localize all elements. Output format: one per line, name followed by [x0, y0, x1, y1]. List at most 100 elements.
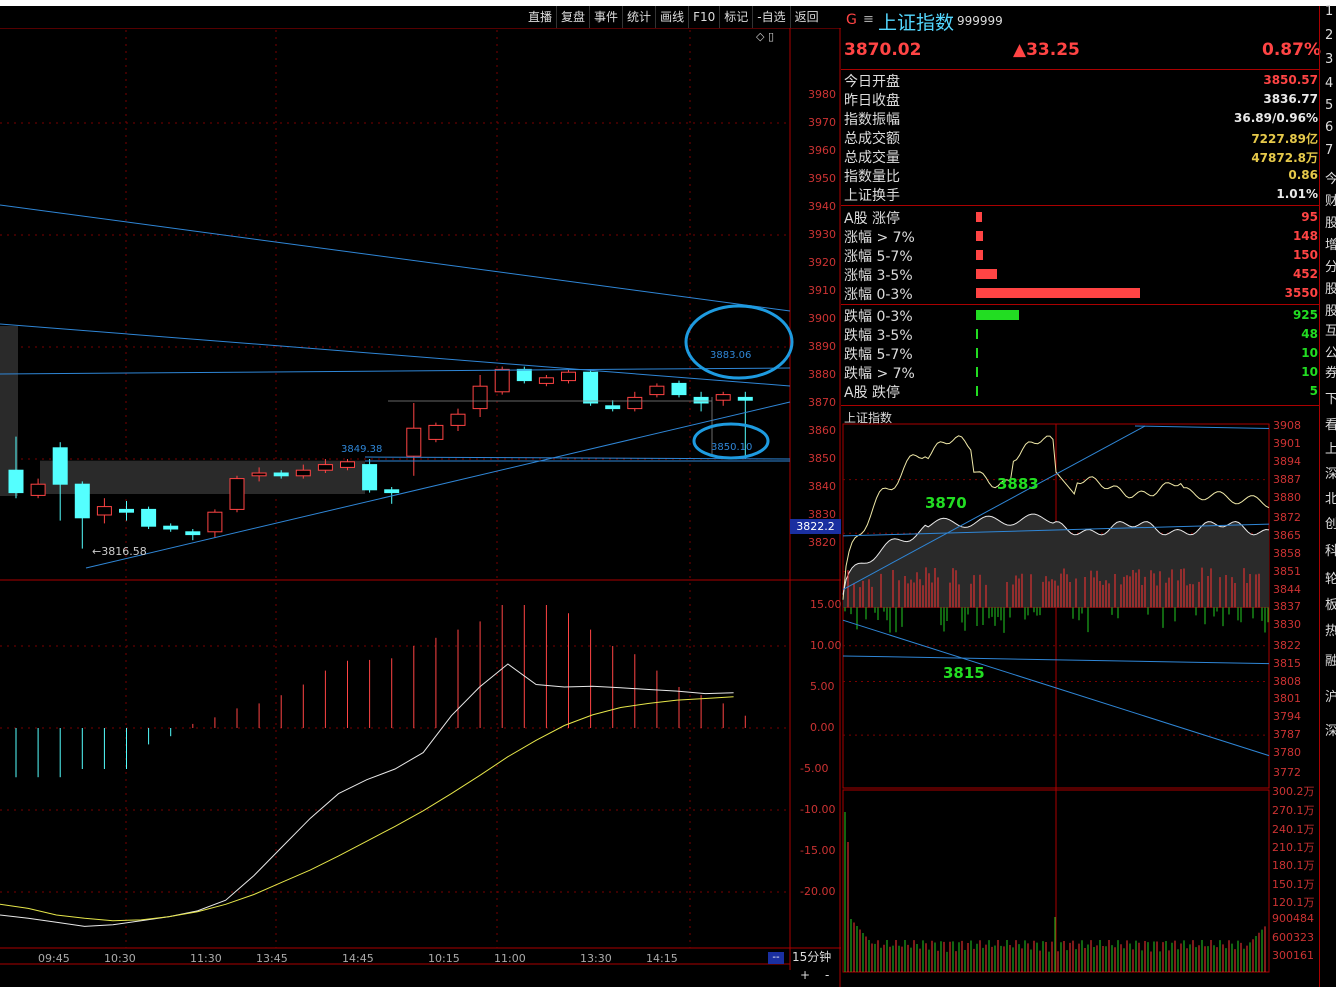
stat-label: 昨日收盘	[844, 93, 900, 109]
breadth-value: 48	[1301, 327, 1318, 341]
edge-char: 3	[1325, 52, 1334, 67]
stock-code: 999999	[957, 14, 1003, 28]
stat-label: 今日开盘	[844, 74, 900, 90]
breadth-value: 5	[1309, 384, 1318, 398]
highlight-circle	[684, 304, 794, 380]
edge-char: 上	[1325, 442, 1336, 457]
price-tick: 3860	[808, 424, 836, 437]
edge-char: 券	[1325, 366, 1336, 381]
stat-value: 0.86	[1288, 168, 1318, 182]
trend-line-upper	[0, 204, 791, 312]
horizontal-line	[0, 367, 791, 375]
intraday-volume-tick: 120.1万	[1272, 896, 1315, 909]
edge-char: 深	[1325, 724, 1336, 739]
breadth-value: 10	[1301, 346, 1318, 360]
price-tick: 3970	[808, 116, 836, 129]
time-tick: 13:45	[256, 952, 288, 965]
edge-char: 下	[1325, 392, 1336, 407]
breadth-value: 925	[1292, 308, 1318, 322]
breadth-label: 涨幅 0-3%	[844, 287, 913, 303]
toolbar-stats-button[interactable]: 统计	[622, 6, 655, 28]
edge-char: 1	[1325, 4, 1334, 19]
toolbar-watchlist-button[interactable]: -自选	[752, 6, 789, 28]
macd-tick: 0.00	[810, 721, 835, 734]
intraday-price-tick: 3894	[1273, 454, 1301, 468]
candle-body	[8, 469, 24, 494]
breadth-label: 涨幅 5-7%	[844, 249, 913, 265]
toolbar-replay-button[interactable]: 复盘	[556, 6, 589, 28]
intraday-volume-tick: 300.2万	[1272, 785, 1315, 798]
intraday-chart[interactable]	[841, 408, 1321, 987]
separator	[841, 69, 1319, 70]
intraday-price-tick: 3830	[1273, 618, 1301, 632]
intraday-volume-tick: 210.1万	[1272, 841, 1315, 854]
period-selector[interactable]: 15分钟	[792, 948, 831, 965]
stat-label: 总成交量	[844, 150, 900, 166]
group-mark: G	[846, 12, 857, 28]
intraday-price-tick: 3865	[1273, 528, 1301, 542]
breadth-label: 跌幅 0-3%	[844, 309, 913, 325]
edge-char: 板	[1325, 598, 1336, 613]
breadth-value: 452	[1292, 267, 1318, 281]
time-tick: 14:15	[646, 952, 678, 965]
stock-name[interactable]: 上证指数	[878, 8, 954, 35]
scroll-end-button[interactable]: --	[768, 952, 784, 964]
intraday-price-tick: 3780	[1273, 746, 1301, 760]
breadth-bar	[976, 367, 978, 377]
macd-tick: -5.00	[800, 762, 829, 775]
breadth-bar	[976, 386, 978, 396]
time-tick: 11:30	[190, 952, 222, 965]
macd-tick: -20.00	[800, 885, 836, 898]
candle-body	[96, 506, 112, 516]
stat-value: 7227.89亿	[1251, 132, 1318, 146]
menu-icon[interactable]: ≡	[863, 12, 874, 27]
kline-chart[interactable]	[0, 28, 841, 987]
zoom-in-button[interactable]: +	[800, 968, 810, 982]
trend-line-mid	[0, 323, 791, 387]
candle-body	[538, 377, 554, 384]
stat-value: 3836.77	[1263, 92, 1318, 106]
time-tick: 10:15	[428, 952, 460, 965]
price-tick: 3900	[808, 312, 836, 325]
macd-tick: 10.00	[810, 639, 842, 652]
breadth-label: 跌幅 5-7%	[844, 347, 913, 363]
candle-body	[295, 469, 311, 477]
candle-body	[362, 464, 378, 491]
edge-char: 沪	[1325, 690, 1336, 705]
breadth-bar	[976, 329, 979, 339]
toolbar-f10-button[interactable]: F10	[688, 6, 719, 28]
toolbar-draw-button[interactable]: 画线	[655, 6, 688, 28]
breadth-label: 跌幅 3-5%	[844, 328, 913, 344]
edge-char: 增	[1325, 238, 1336, 253]
toolbar-live-button[interactable]: 直播	[524, 6, 556, 28]
last-price: 3870.02	[844, 40, 922, 60]
breadth-bar	[976, 231, 983, 241]
edge-char: 股	[1325, 304, 1336, 319]
separator	[841, 304, 1319, 305]
candle-body	[450, 413, 466, 426]
breadth-bar	[976, 269, 998, 279]
candle-body	[406, 427, 422, 457]
edge-char: 6	[1325, 120, 1334, 135]
breadth-value: 95	[1301, 210, 1318, 224]
candle-body	[649, 385, 665, 396]
intraday-volume-tick: 270.1万	[1272, 804, 1315, 817]
price-tick: 3880	[808, 368, 836, 381]
zoom-out-button[interactable]: -	[825, 968, 829, 982]
stat-label: 指数量比	[844, 169, 900, 185]
edge-char: 融	[1325, 654, 1336, 669]
breadth-bar	[976, 348, 978, 358]
toolbar-back-button[interactable]: 返回	[789, 6, 823, 28]
dif-line	[0, 663, 734, 927]
toolbar-mark-button[interactable]: 标记	[719, 6, 752, 28]
lower-circle-label: 3850.10	[711, 442, 753, 453]
edge-char: 股	[1325, 282, 1336, 297]
intraday-price-tick: 3844	[1273, 582, 1301, 596]
stat-value: 1.01%	[1276, 187, 1318, 201]
breadth-label: A股 跌停	[844, 385, 901, 401]
edge-char: 深	[1325, 467, 1336, 482]
intraday-note-3883: 3883	[997, 475, 1039, 493]
toolbar-events-button[interactable]: 事件	[589, 6, 622, 28]
intraday-note-3815: 3815	[943, 664, 985, 682]
macd-tick: 15.00	[810, 598, 842, 611]
